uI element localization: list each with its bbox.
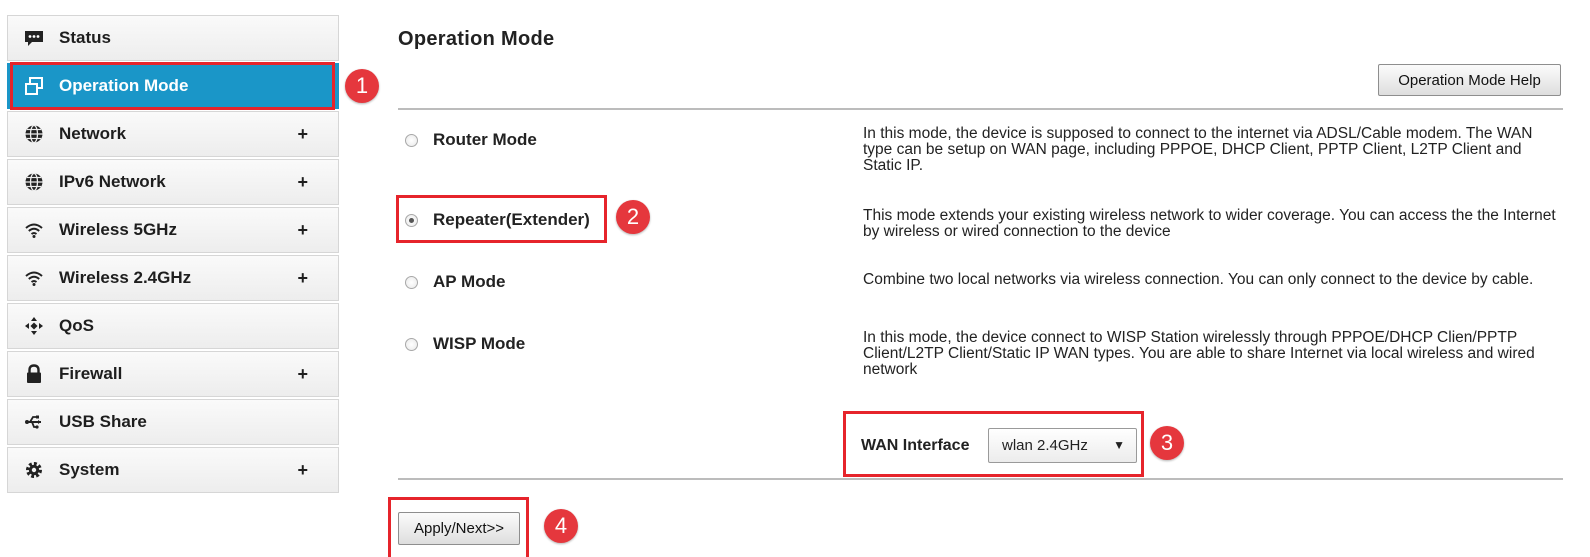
mode-label: WISP Mode [433,334,526,353]
sidebar-item-wireless-2-4ghz[interactable]: Wireless 2.4GHz + [7,255,339,301]
gear-icon [23,459,45,481]
expand-icon[interactable]: + [297,220,308,241]
sidebar-item-label: Wireless 2.4GHz [59,268,192,287]
globe-icon [23,171,45,193]
divider [398,108,1563,110]
expand-icon[interactable]: + [297,172,308,193]
sidebar-item-firewall[interactable]: Firewall + [7,351,339,397]
globe-icon [23,123,45,145]
sidebar-item-network[interactable]: Network + [7,111,339,157]
step-badge-3: 3 [1150,426,1184,460]
sidebar-item-status[interactable]: Status [7,15,339,61]
mode-label: Router Mode [433,130,537,149]
highlight-box-wan-interface [843,411,1144,477]
sidebar-item-ipv6-network[interactable]: IPv6 Network + [7,159,339,205]
usb-icon [23,411,45,433]
sidebar-item-label: Firewall [59,364,123,383]
sidebar-item-label: QoS [59,316,94,335]
sidebar-item-qos[interactable]: QoS [7,303,339,349]
sidebar-item-wireless-5ghz[interactable]: Wireless 5GHz + [7,207,339,253]
chat-bubble-icon [23,27,45,49]
mode-description: This mode extends your existing wireless… [863,207,1556,240]
wifi-icon [23,267,45,289]
page-title: Operation Mode [398,28,555,50]
step-badge-4: 4 [544,509,578,543]
mode-option-wisp[interactable]: WISP Mode [405,334,525,354]
sidebar-item-label: Status [59,28,111,47]
highlight-box-repeater [396,195,607,243]
wifi-icon [23,219,45,241]
router-mode-radio[interactable] [405,133,418,147]
sidebar-item-label: System [59,460,120,479]
expand-icon[interactable]: + [297,268,308,289]
ap-mode-radio[interactable] [405,275,418,289]
expand-icon[interactable]: + [297,460,308,481]
divider [398,478,1563,480]
sidebar-item-label: Network [59,124,127,143]
operation-mode-help-button[interactable]: Operation Mode Help [1378,64,1561,96]
wisp-mode-radio[interactable] [405,337,418,351]
expand-icon[interactable]: + [297,364,308,385]
step-badge-2: 2 [616,200,650,234]
mode-label: AP Mode [433,272,506,291]
highlight-box-operation-mode [10,62,335,110]
mode-option-ap[interactable]: AP Mode [405,272,505,292]
step-badge-1: 1 [345,69,379,103]
qos-icon [23,315,45,337]
sidebar-item-label: USB Share [59,412,147,431]
sidebar-item-usb-share[interactable]: USB Share [7,399,339,445]
mode-description: Combine two local networks via wireless … [863,271,1534,288]
mode-option-router[interactable]: Router Mode [405,130,537,150]
lock-icon [23,363,45,385]
highlight-box-apply [388,497,529,557]
expand-icon[interactable]: + [297,124,308,145]
mode-description: In this mode, the device connect to WISP… [863,329,1535,378]
sidebar-item-system[interactable]: System + [7,447,339,493]
sidebar-item-label: IPv6 Network [59,172,166,191]
sidebar-item-label: Wireless 5GHz [59,220,177,239]
mode-description: In this mode, the device is supposed to … [863,125,1533,174]
